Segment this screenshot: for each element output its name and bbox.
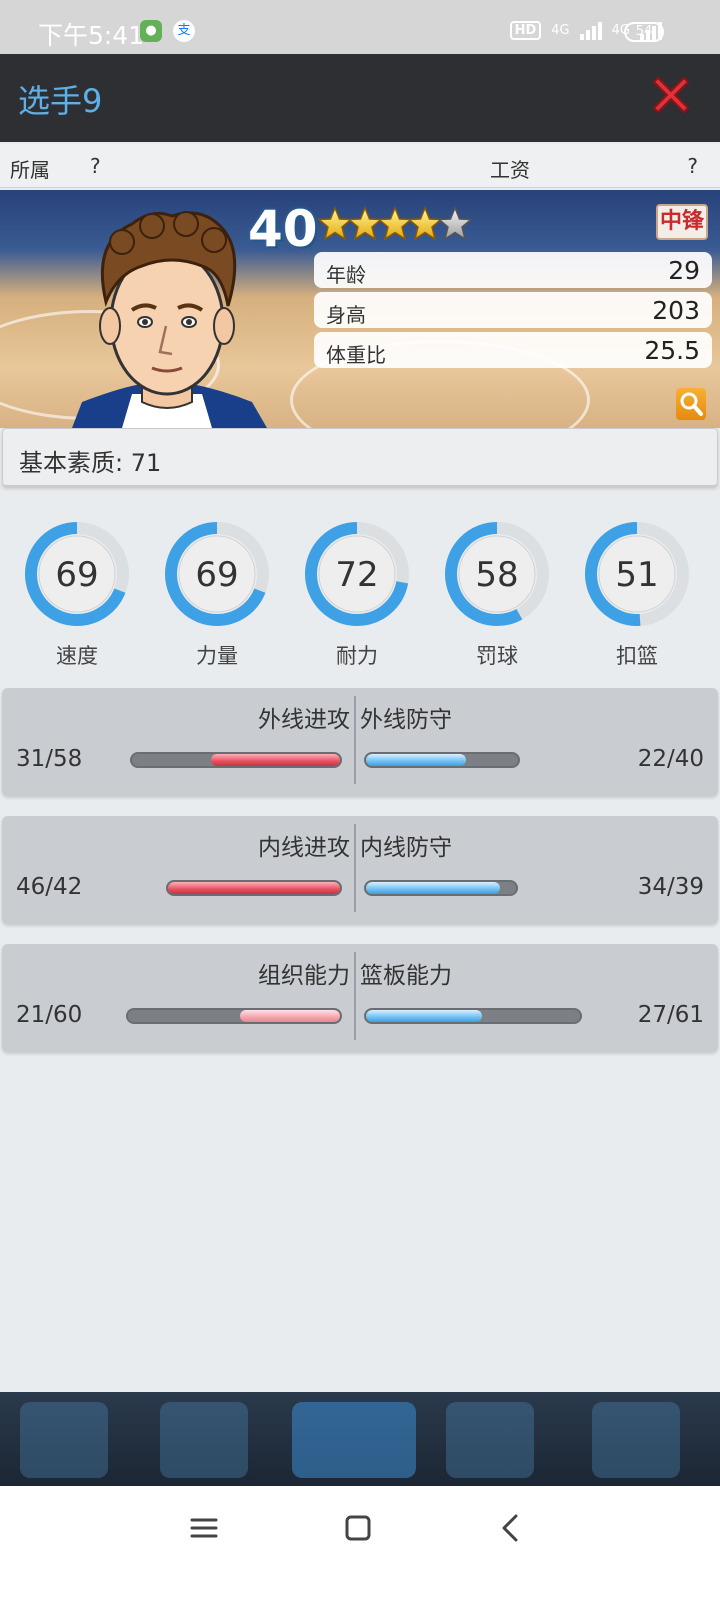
ring-gauge: 69 — [25, 522, 129, 626]
salary-label: 工资 — [490, 158, 530, 182]
team-value: ? — [90, 154, 101, 178]
back-icon[interactable] — [492, 1508, 532, 1548]
divider — [354, 824, 356, 912]
ring-stamina: 72 耐力 — [302, 514, 412, 670]
compare-right-label: 篮板能力 — [360, 963, 452, 989]
hd-icon: HD — [509, 20, 542, 40]
attr-label: 年龄 — [326, 263, 366, 287]
menu-tile — [592, 1402, 680, 1478]
salary-value: ? — [687, 154, 698, 178]
player-card: 40 中锋 年龄 29 身高 203 体重比 25.5 — [0, 190, 720, 428]
ring-free-throw: 58 罚球 — [442, 514, 552, 670]
compare-left-value: 31/58 — [16, 746, 83, 772]
menu-tile — [160, 1402, 248, 1478]
ring-value: 69 — [195, 555, 238, 595]
compare-left-value: 21/60 — [16, 1002, 83, 1028]
ring-dunk: 51 扣篮 — [582, 514, 692, 670]
compare-right-value: 27/61 — [637, 1002, 704, 1028]
divider — [354, 696, 356, 784]
attr-label: 身高 — [326, 303, 366, 327]
compare-right-bar — [364, 1008, 582, 1024]
base-quality-bar: 基本素质: 71 — [2, 428, 718, 486]
compare-left-label: 内线进攻 — [258, 835, 350, 861]
status-time: 下午5:41 — [38, 21, 145, 50]
ring-label: 扣篮 — [616, 644, 658, 668]
attr-value: 29 — [668, 256, 700, 285]
ring-speed: 69 速度 — [22, 514, 132, 670]
compare-right-bar — [364, 880, 518, 896]
ring-gauge: 51 — [585, 522, 689, 626]
compare-panel-inside: 内线进攻 内线防守 46/42 34/39 — [2, 816, 718, 924]
compare-right-label: 内线防守 — [360, 835, 452, 861]
attr-weight-ratio: 体重比 25.5 — [314, 332, 712, 368]
menu-tile — [446, 1402, 534, 1478]
signal-icon — [579, 20, 602, 40]
compare-left-bar — [166, 880, 342, 896]
team-label: 所属 — [10, 158, 50, 182]
compare-right-value: 34/39 — [637, 874, 704, 900]
bar-fill — [366, 1010, 482, 1022]
attr-label: 体重比 — [326, 343, 386, 367]
bar-fill — [211, 754, 340, 766]
menu-tile — [20, 1402, 108, 1478]
system-nav-bar — [0, 1486, 720, 1600]
attr-value: 25.5 — [644, 336, 700, 365]
compare-left-bar — [126, 1008, 342, 1024]
compare-left-label: 外线进攻 — [258, 707, 350, 733]
battery-icon: 54 — [624, 22, 664, 42]
ring-label: 罚球 — [476, 644, 518, 668]
ring-gauge: 58 — [445, 522, 549, 626]
ring-label: 速度 — [56, 644, 98, 668]
ring-label: 耐力 — [336, 644, 378, 668]
dialog-title: 选手9 — [18, 82, 103, 120]
attr-value: 203 — [652, 296, 700, 325]
compare-right-value: 22/40 — [637, 746, 704, 772]
base-quality-text: 基本素质: 71 — [19, 449, 162, 477]
network-label-1: 4G — [551, 22, 570, 38]
compare-panel-outside: 外线进攻 外线防守 31/58 22/40 — [2, 688, 718, 796]
compare-panel-playmaking: 组织能力 篮板能力 21/60 27/61 — [2, 944, 718, 1052]
menu-tile — [292, 1402, 416, 1478]
ring-value: 69 — [55, 555, 98, 595]
ring-label: 力量 — [196, 644, 238, 668]
bar-fill — [240, 1010, 340, 1022]
dialog-header: 选手9 — [0, 54, 720, 142]
home-icon[interactable] — [338, 1508, 378, 1548]
skill-rings: 69 速度 69 力量 72 耐力 58 罚球 51 扣篮 — [0, 514, 720, 674]
compare-left-bar — [130, 752, 342, 768]
player-avatar — [72, 211, 267, 428]
compare-right-bar — [364, 752, 520, 768]
bar-fill — [366, 882, 500, 894]
ring-strength: 69 力量 — [162, 514, 272, 670]
alipay-icon: 支 — [173, 20, 195, 42]
position-badge: 中锋 — [656, 204, 708, 240]
menu-icon[interactable] — [184, 1508, 224, 1548]
bar-fill — [168, 882, 340, 894]
bar-fill — [366, 754, 467, 766]
ring-value: 58 — [475, 555, 518, 595]
ring-value: 72 — [335, 555, 378, 595]
status-bar: 下午5:41 ● 支 HD 4G 4G 54 — [0, 0, 720, 54]
info-row: 所属 ? 工资 ? — [0, 144, 720, 188]
compare-left-label: 组织能力 — [258, 963, 350, 989]
search-icon[interactable] — [676, 388, 706, 420]
ring-value: 51 — [615, 555, 658, 595]
compare-left-value: 46/42 — [16, 874, 83, 900]
attr-age: 年龄 29 — [314, 252, 712, 288]
ring-gauge: 72 — [305, 522, 409, 626]
ring-gauge: 69 — [165, 522, 269, 626]
attr-height: 身高 203 — [314, 292, 712, 328]
star-rating — [318, 207, 472, 240]
wechat-icon: ● — [140, 20, 162, 42]
divider — [354, 952, 356, 1040]
game-menu-strip — [0, 1392, 720, 1486]
compare-right-label: 外线防守 — [360, 707, 452, 733]
player-rating: 40 — [248, 200, 318, 258]
close-icon[interactable] — [648, 72, 694, 118]
